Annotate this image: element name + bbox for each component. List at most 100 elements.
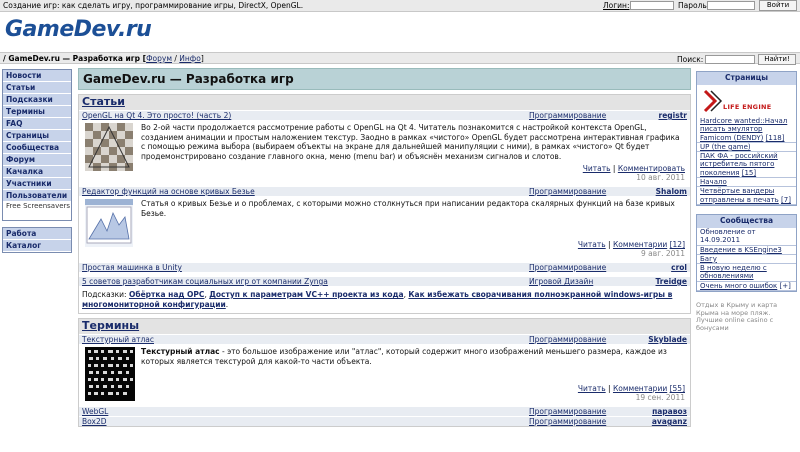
- page-item-title[interactable]: UP (the game): [700, 143, 751, 151]
- article-description: Статья о кривых Безье и о проблемах, с к…: [141, 199, 675, 218]
- nav-item-hints[interactable]: Подсказки: [3, 94, 71, 106]
- article-description: Во 2-ой части продолжается рассмотрение …: [141, 123, 680, 161]
- community-item[interactable]: В новую неделю с обновлениями: [697, 264, 796, 282]
- read-link[interactable]: Читать: [578, 384, 606, 393]
- community-item[interactable]: Очень много ошибок [+]: [697, 282, 796, 292]
- breadcrumb-forum-link[interactable]: Форум: [146, 54, 172, 63]
- term-footer: Читать | Комментарии [55] 19 сен. 2011: [577, 384, 685, 402]
- terms-section-title[interactable]: Термины: [79, 319, 690, 334]
- comments-link[interactable]: Комментарии: [613, 384, 667, 393]
- search-button[interactable]: Найти!: [758, 54, 796, 65]
- nav-item-pages[interactable]: Страницы: [3, 130, 71, 142]
- nav-item-terms[interactable]: Термины: [3, 106, 71, 118]
- top-bar: Создание игр: как сделать игру, программ…: [0, 0, 800, 12]
- article-author-link[interactable]: Treidge: [656, 277, 687, 287]
- community-item[interactable]: Введение в KSEngine3: [697, 246, 796, 255]
- ad-text[interactable]: Отдых в Крыму и карта Крыма на море пляж…: [696, 300, 797, 334]
- page-item[interactable]: Четвёртые вандеры отправлены в печать [7…: [697, 187, 796, 205]
- hint-link[interactable]: Обёртка над OPC: [129, 290, 204, 299]
- site-title: Создание игр: как сделать игру, программ…: [3, 1, 304, 10]
- community-item-title[interactable]: Очень много ошибок: [700, 282, 777, 290]
- article-title-link[interactable]: Простая машинка в Unity: [82, 263, 182, 273]
- term-header-row: Текстурный атлас Программирование Skybla…: [79, 334, 690, 344]
- comments-count[interactable]: [12]: [670, 240, 685, 249]
- articles-section-title[interactable]: Статьи: [79, 95, 690, 110]
- nav-group-main: Новости Статьи Подсказки Термины FAQ Стр…: [2, 69, 72, 221]
- article-thumbnail[interactable]: [85, 123, 133, 171]
- term-row: WebGL Программирование паравоз: [79, 406, 690, 416]
- article-row: 5 советов разработчикам социальных игр о…: [79, 276, 690, 286]
- hints-list: Подсказки: Обёртка над OPC, Доступ к пар…: [79, 286, 690, 313]
- life-engine-banner[interactable]: LIFE ENGINE: [697, 85, 796, 117]
- hints-end: .: [225, 299, 229, 309]
- expand-link[interactable]: [+]: [780, 282, 791, 290]
- article-footer: Читать | Комментарии [12] 9 авг. 2011: [577, 240, 685, 258]
- nav-item-jobs[interactable]: Работа: [3, 228, 71, 240]
- article-body: Статья о кривых Безье и о проблемах, с к…: [79, 196, 690, 262]
- read-link[interactable]: Читать: [578, 240, 606, 249]
- nav-item-communities[interactable]: Сообщества: [3, 142, 71, 154]
- read-link[interactable]: Читать: [583, 164, 611, 173]
- article-body: Во 2-ой части продолжается рассмотрение …: [79, 120, 690, 186]
- comments-count[interactable]: [55]: [670, 384, 685, 393]
- search-input[interactable]: [705, 55, 755, 64]
- login-input[interactable]: [630, 1, 674, 10]
- breadcrumb-suffix: ]: [200, 54, 204, 63]
- comment-link[interactable]: Комментировать: [618, 164, 685, 173]
- life-engine-logo-icon: [703, 89, 723, 113]
- page-title: GameDev.ru — Разработка игр: [78, 68, 691, 90]
- pages-box-title[interactable]: Страницы: [697, 72, 796, 85]
- page-item-title[interactable]: Начало: [700, 178, 727, 186]
- main-content: GameDev.ru — Разработка игр Статьи OpenG…: [78, 68, 691, 427]
- article-thumbnail[interactable]: [85, 199, 133, 247]
- nav-item-downloads[interactable]: Качалка: [3, 166, 71, 178]
- term-row: Box2D Программирование avaganz: [79, 416, 690, 426]
- communities-box-title[interactable]: Сообщества: [697, 214, 796, 228]
- article-author-link[interactable]: crol: [671, 263, 687, 273]
- nav-item-articles[interactable]: Статьи: [3, 82, 71, 94]
- hint-link[interactable]: Доступ к параметрам VC++ проекта из кода: [209, 290, 403, 299]
- term-category-link[interactable]: Программирование: [529, 417, 606, 427]
- article-header-row: Редактор функций на основе кривых Безье …: [79, 186, 690, 196]
- community-item[interactable]: Багу: [697, 255, 796, 265]
- articles-section: Статьи OpenGL на Qt 4. Это просто! (част…: [78, 94, 691, 314]
- page-item-title[interactable]: ПАК ФА - российский истребитель пятого п…: [700, 152, 778, 177]
- terms-section: Термины Текстурный атлас Программировани…: [78, 318, 691, 427]
- communities-box: Сообщества Обновление от 14.09.2011 Введ…: [696, 213, 797, 293]
- nav-item-forum[interactable]: Форум: [3, 154, 71, 166]
- article-header-row: OpenGL на Qt 4. Это просто! (часть 2) Пр…: [79, 110, 690, 120]
- breadcrumb-bar: / GameDev.ru — Разработка игр [Форум / И…: [0, 52, 800, 65]
- article-category-link[interactable]: Игровой Дизайн: [529, 277, 593, 287]
- page-item-count[interactable]: [15]: [742, 169, 756, 177]
- article-category-link[interactable]: Программирование: [529, 263, 606, 273]
- password-input[interactable]: [707, 1, 755, 10]
- left-nav: Новости Статьи Подсказки Термины FAQ Стр…: [2, 69, 72, 259]
- page-item-count[interactable]: [118]: [766, 134, 785, 142]
- community-item[interactable]: Обновление от 14.09.2011: [697, 228, 796, 246]
- article-date: 10 авг. 2011: [636, 173, 685, 182]
- term-thumbnail[interactable]: [85, 347, 135, 401]
- page-item-count[interactable]: [7]: [781, 196, 791, 204]
- nav-item-catalog[interactable]: Каталог: [3, 240, 71, 252]
- page-item[interactable]: ПАК ФА - российский истребитель пятого п…: [697, 152, 796, 179]
- page-item[interactable]: UP (the game): [697, 143, 796, 153]
- term-title-link[interactable]: Box2D: [82, 417, 107, 427]
- nav-item-members[interactable]: Участники: [3, 178, 71, 190]
- term-author-link[interactable]: avaganz: [652, 417, 687, 427]
- term-description-text: - это большое изображение или "атлас", к…: [141, 347, 667, 366]
- article-title-link[interactable]: 5 советов разработчикам социальных игр о…: [82, 277, 328, 287]
- breadcrumb-info-link[interactable]: Инфо: [179, 54, 201, 63]
- page-item[interactable]: Начало: [697, 178, 796, 188]
- nav-item-users[interactable]: Пользователи: [3, 190, 71, 202]
- login-button[interactable]: Войти: [759, 0, 797, 11]
- login-label[interactable]: Логин:: [603, 1, 629, 10]
- comments-link[interactable]: Комментарии: [613, 240, 667, 249]
- term-date: 19 сен. 2011: [635, 393, 685, 402]
- nav-item-screensavers[interactable]: Free Screensavers: [3, 202, 71, 220]
- page-item-title[interactable]: Четвёртые вандеры отправлены в печать: [700, 187, 779, 203]
- site-logo[interactable]: GameDev.ru: [5, 17, 152, 42]
- page-item[interactable]: Hardcore wanted::Начал писать эмулятор F…: [697, 117, 796, 143]
- nav-item-faq[interactable]: FAQ: [3, 118, 71, 130]
- nav-item-news[interactable]: Новости: [3, 70, 71, 82]
- password-label: Пароль:: [678, 1, 710, 10]
